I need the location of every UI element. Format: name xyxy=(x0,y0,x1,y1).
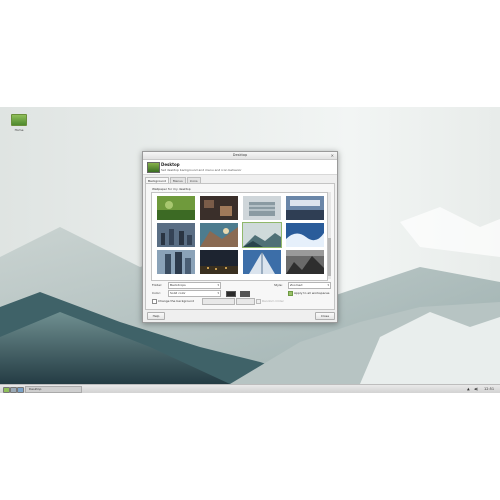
chevron-down-icon: ▾ xyxy=(327,283,329,287)
folder-combo[interactable]: Backdrops ▾ xyxy=(168,282,221,289)
interval-combo[interactable] xyxy=(202,298,235,305)
wallpaper-thumb[interactable] xyxy=(200,196,238,220)
interval-spinner[interactable] xyxy=(236,298,255,305)
wallpaper-thumb[interactable] xyxy=(286,196,324,220)
color-combo[interactable]: Solid color ▾ xyxy=(168,290,221,297)
folder-value: Backdrops xyxy=(170,283,186,287)
clock[interactable]: 12:51 xyxy=(484,387,494,391)
dialog-header: Desktop Set desktop background and menu … xyxy=(143,160,337,175)
wallpaper-scrollbar[interactable] xyxy=(328,192,331,279)
desktop-icon-label: Home xyxy=(14,128,24,132)
color-value: Solid color xyxy=(170,291,186,295)
apply-all-checkbox[interactable] xyxy=(288,291,293,296)
wallpaper-thumb[interactable] xyxy=(200,250,238,274)
style-value: Zoomed xyxy=(290,283,303,287)
desktop-settings-window: Desktop ✕ Desktop Set desktop background… xyxy=(142,151,338,323)
background-tab-panel: Wallpaper for my desktop Folder: Backdro… xyxy=(145,183,335,310)
wallpaper-thumb[interactable] xyxy=(157,250,195,274)
window-title: Desktop xyxy=(232,153,248,157)
window-titlebar[interactable]: Desktop ✕ xyxy=(143,152,337,160)
volume-icon[interactable]: ◀) xyxy=(474,387,478,391)
wallpaper-grid[interactable] xyxy=(151,192,328,281)
wallpaper-thumb[interactable] xyxy=(286,223,324,247)
chevron-down-icon: ▾ xyxy=(217,291,219,295)
wallpaper-thumb[interactable] xyxy=(286,250,324,274)
header-title: Desktop xyxy=(161,162,180,167)
close-button[interactable]: Close xyxy=(315,312,335,320)
folder-label: Folder: xyxy=(152,283,163,287)
style-label: Style: xyxy=(274,283,283,287)
desktop-settings-icon xyxy=(147,162,160,173)
network-icon[interactable]: ▲ xyxy=(467,387,470,391)
wallpaper-thumb[interactable] xyxy=(243,196,281,220)
random-order-checkbox[interactable] xyxy=(256,299,261,304)
scrollbar-thumb[interactable] xyxy=(328,238,331,276)
taskbar: Desktop ▲ ◀) 12:51 xyxy=(0,384,500,393)
wallpaper-thumb-selected[interactable] xyxy=(242,222,282,248)
wallpaper-label: Wallpaper for my desktop xyxy=(152,187,191,191)
folder-icon xyxy=(11,114,27,126)
help-button[interactable]: Help xyxy=(147,312,165,320)
style-combo[interactable]: Zoomed ▾ xyxy=(288,282,331,289)
random-order-label: Random Order xyxy=(262,299,284,303)
wallpaper-thumb[interactable] xyxy=(200,223,238,247)
wallpaper-thumb[interactable] xyxy=(157,223,195,247)
menu-icon[interactable] xyxy=(3,387,10,393)
screen: Home Desktop ✕ Desktop Set desktop backg… xyxy=(0,0,500,500)
close-icon[interactable]: ✕ xyxy=(331,153,334,158)
change-background-checkbox[interactable] xyxy=(152,299,157,304)
header-subtitle: Set desktop background and menu and icon… xyxy=(161,168,242,172)
color-swatch-button-secondary[interactable] xyxy=(240,291,250,297)
apply-all-label: Apply to all workspaces xyxy=(294,291,330,295)
files-icon[interactable] xyxy=(17,387,24,393)
desktop-icon-home[interactable]: Home xyxy=(9,114,29,132)
color-label: Color: xyxy=(152,291,161,295)
terminal-icon[interactable] xyxy=(10,387,17,393)
wallpaper-thumb[interactable] xyxy=(157,196,195,220)
taskbar-item-desktop[interactable]: Desktop xyxy=(25,386,82,393)
color-swatch-button[interactable] xyxy=(226,291,236,297)
chevron-down-icon: ▾ xyxy=(217,283,219,287)
change-background-label: Change the background xyxy=(158,299,195,303)
wallpaper-thumb[interactable] xyxy=(243,250,281,274)
